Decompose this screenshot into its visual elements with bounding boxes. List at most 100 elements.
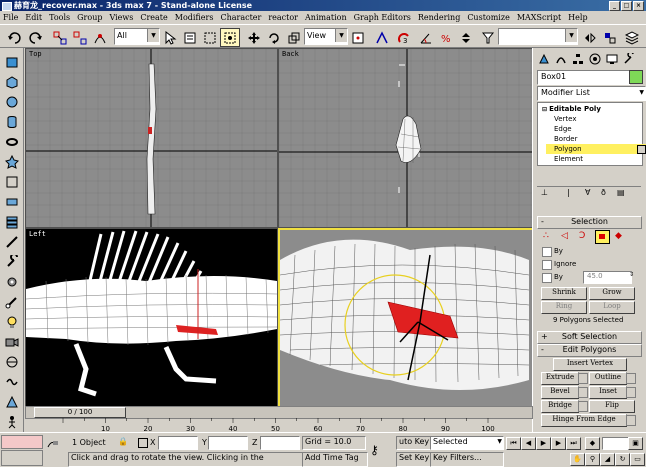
ring-button[interactable]: Ring	[541, 301, 587, 314]
pan-icon[interactable]: ✋	[570, 453, 585, 466]
select-and-manipulate-icon[interactable]	[372, 28, 392, 47]
stack-item-element[interactable]: Element	[554, 154, 583, 164]
by-angle-checkbox[interactable]	[542, 273, 552, 283]
bevel-button[interactable]: Bevel	[541, 386, 579, 399]
redo-icon[interactable]	[26, 28, 46, 47]
extrude-settings-icon[interactable]	[578, 373, 588, 384]
set-key-button[interactable]: Set Key	[396, 452, 432, 467]
inset-settings-icon[interactable]	[626, 387, 636, 398]
hinge-settings-icon[interactable]	[626, 415, 636, 426]
border-level-icon[interactable]: Ɔ	[579, 231, 585, 241]
box-icon[interactable]	[4, 74, 20, 90]
pin-stack-icon[interactable]: ⊥	[541, 188, 548, 197]
light-icon[interactable]	[4, 314, 20, 330]
arc-rotate-icon[interactable]: ↻	[615, 453, 630, 466]
go-to-end-icon[interactable]: ⏭	[566, 437, 581, 450]
ignore-backfacing-checkbox[interactable]	[542, 260, 552, 270]
outline-settings-icon[interactable]	[626, 373, 636, 384]
bridge-button[interactable]: Bridge	[541, 400, 579, 413]
menu-reactor[interactable]: reactor	[268, 13, 298, 22]
viewport-label-left[interactable]: Left	[29, 230, 46, 238]
viewport-perspective[interactable]	[278, 228, 535, 410]
close-button[interactable]: ×	[633, 1, 644, 11]
patch-icon[interactable]	[4, 194, 20, 210]
select-and-rotate-icon[interactable]	[264, 28, 284, 47]
motion-tab-icon[interactable]	[587, 52, 602, 65]
vertex-level-icon[interactable]: ∴	[543, 231, 549, 241]
link-icon[interactable]	[46, 437, 60, 451]
outline-button[interactable]: Outline	[589, 372, 627, 385]
named-selection-dropdown[interactable]: ▼	[498, 28, 578, 45]
add-time-tag[interactable]: Add Time Tag	[302, 452, 368, 467]
key-mode-dropdown[interactable]: Selected ▼	[430, 436, 504, 450]
make-unique-icon[interactable]: ∀	[585, 188, 590, 197]
menu-maxscript[interactable]: MAXScript	[517, 13, 561, 22]
systems-icon[interactable]	[4, 394, 20, 410]
mirror-icon[interactable]	[580, 28, 600, 47]
show-end-result-icon[interactable]: |	[567, 188, 570, 197]
layers-stack-icon[interactable]	[4, 214, 20, 230]
menu-views[interactable]: Views	[109, 13, 133, 22]
space-warp-icon[interactable]	[4, 374, 20, 390]
z-coordinate-field[interactable]	[260, 436, 300, 450]
rollout-soft-selection[interactable]: + Soft Selection	[537, 331, 642, 344]
object-name-field[interactable]: Box01	[537, 70, 630, 85]
stack-item-polygon[interactable]: Polygon	[546, 144, 646, 154]
select-and-link-icon[interactable]	[50, 28, 70, 47]
gear-icon[interactable]	[4, 274, 20, 290]
spinner-snap-icon[interactable]	[456, 28, 476, 47]
next-frame-icon[interactable]: ▶	[551, 437, 566, 450]
sphere-icon[interactable]	[4, 94, 20, 110]
track-bar[interactable]: 10 20 30 40 50 60 70 80 90 100	[55, 418, 531, 432]
viewport-left[interactable]: Left	[25, 228, 278, 408]
torus-icon[interactable]	[4, 134, 20, 150]
viewport-label-top[interactable]: Top	[29, 50, 42, 58]
bevel-settings-icon[interactable]	[578, 387, 588, 398]
maximize-button[interactable]: □	[621, 1, 632, 11]
modifier-list-dropdown[interactable]: Modifier List ▼	[537, 86, 646, 101]
menu-help[interactable]: Help	[568, 13, 587, 22]
rectangular-selection-icon[interactable]	[200, 28, 220, 47]
pivot-point-center-icon[interactable]	[348, 28, 368, 47]
by-vertex-checkbox[interactable]	[542, 247, 552, 257]
key-mode-toggle-icon[interactable]: ◆	[585, 437, 600, 450]
reference-coordinate-dropdown[interactable]: View ▼	[304, 28, 348, 45]
named-selection-sets-icon[interactable]	[478, 28, 498, 47]
y-coordinate-field[interactable]	[208, 436, 248, 450]
unlink-icon[interactable]	[70, 28, 90, 47]
flip-button[interactable]: Flip	[589, 400, 635, 413]
insert-vertex-button[interactable]: Insert Vertex	[553, 358, 627, 371]
menu-rendering[interactable]: Rendering	[418, 13, 460, 22]
play-icon[interactable]: ▶	[536, 437, 551, 450]
bridge-settings-icon[interactable]	[578, 401, 588, 412]
zoom-icon[interactable]: ⚲	[585, 453, 600, 466]
select-by-name-icon[interactable]	[180, 28, 200, 47]
snaps-toggle-icon[interactable]: 3	[394, 28, 414, 47]
edge-level-icon[interactable]: ◁	[561, 231, 568, 241]
angle-snap-icon[interactable]	[416, 28, 436, 47]
time-configuration-icon[interactable]: ▣	[628, 437, 643, 450]
menu-create[interactable]: Create	[140, 13, 167, 22]
select-object-icon[interactable]	[160, 28, 180, 47]
stack-item-vertex[interactable]: Vertex	[554, 114, 577, 124]
maxscript-listener[interactable]	[1, 435, 43, 449]
menu-group[interactable]: Group	[77, 13, 102, 22]
viewport-label-back[interactable]: Back	[282, 50, 299, 58]
wrench-icon[interactable]	[4, 254, 20, 270]
shrink-button[interactable]: Shrink	[541, 287, 587, 300]
align-icon[interactable]	[600, 28, 620, 47]
viewport-top[interactable]: Top	[25, 48, 278, 228]
menu-modifiers[interactable]: Modifiers	[175, 13, 214, 22]
cylinder-icon[interactable]	[4, 114, 20, 130]
current-frame-field[interactable]	[602, 437, 630, 450]
maximize-viewport-icon[interactable]: ▭	[630, 453, 645, 466]
rollout-edit-polygons[interactable]: - Edit Polygons	[537, 344, 642, 357]
menu-edit[interactable]: Edit	[25, 13, 42, 22]
line-icon[interactable]	[4, 234, 20, 250]
camera-icon[interactable]	[4, 334, 20, 350]
angle-spinner-arrows[interactable]: ⇕	[629, 271, 634, 278]
bone-icon[interactable]	[4, 294, 20, 310]
select-and-move-icon[interactable]	[244, 28, 264, 47]
angle-spinner[interactable]: 45.0	[583, 271, 632, 284]
minimize-button[interactable]: _	[609, 1, 620, 11]
